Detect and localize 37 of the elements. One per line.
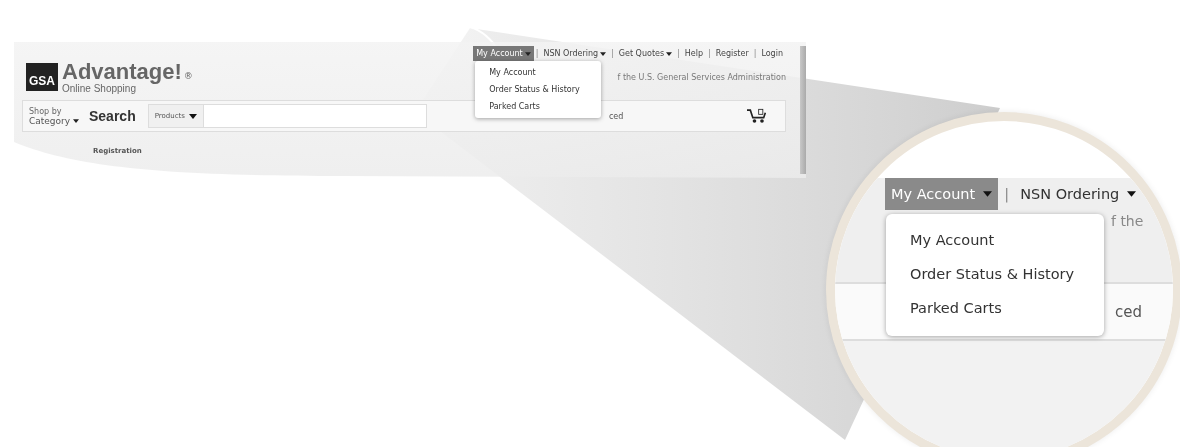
menu-item[interactable]: My Account (886, 224, 1104, 258)
menu-item[interactable]: Order Status & History (886, 258, 1104, 292)
nav-separator: | (534, 49, 540, 58)
caret-icon (1127, 191, 1137, 197)
brand-name: Advantage! (62, 60, 182, 83)
caret-icon (983, 191, 993, 197)
menu-item[interactable]: Order Status & History (475, 81, 602, 98)
nav-separator: | (610, 49, 615, 58)
search-label: Search (89, 108, 136, 124)
category-menu[interactable]: Category (29, 115, 89, 126)
shop-by-label: Shop by (29, 106, 62, 116)
nav-link[interactable]: NSN Ordering (540, 46, 610, 61)
search-field[interactable] (203, 104, 427, 128)
nav-separator: | (1003, 186, 1011, 202)
caret-icon (73, 118, 80, 123)
nav-link[interactable]: Get Quotes (615, 46, 676, 61)
nav-link[interactable]: Register (712, 46, 752, 61)
menu-item[interactable]: My Account (475, 64, 602, 81)
nav-separator: | (707, 49, 712, 58)
menu-item[interactable]: Parked Carts (886, 292, 1104, 326)
subtitle: f the U.S. General Services Administration (617, 73, 786, 82)
caret-icon (188, 113, 197, 119)
scrollbar[interactable] (800, 46, 806, 174)
nav-link[interactable]: My Account (473, 46, 534, 61)
nav-separator: | (676, 49, 681, 58)
logo-badge: GSA (26, 63, 58, 91)
menu-item[interactable]: Parked Carts (475, 98, 602, 115)
advanced-link[interactable]: ced (1115, 302, 1142, 321)
advanced-link[interactable]: ced (608, 111, 624, 121)
nav-link[interactable]: Login (758, 46, 786, 61)
nav-link[interactable]: Help (681, 46, 707, 61)
tagline: Online Shopping (62, 82, 136, 94)
registered-mark: ® (183, 70, 193, 81)
cart-icon[interactable] (747, 108, 767, 124)
nav-separator: | (752, 49, 758, 58)
subtitle: f the (1111, 213, 1145, 229)
nav-link[interactable]: NSN Ordering (1014, 178, 1143, 210)
